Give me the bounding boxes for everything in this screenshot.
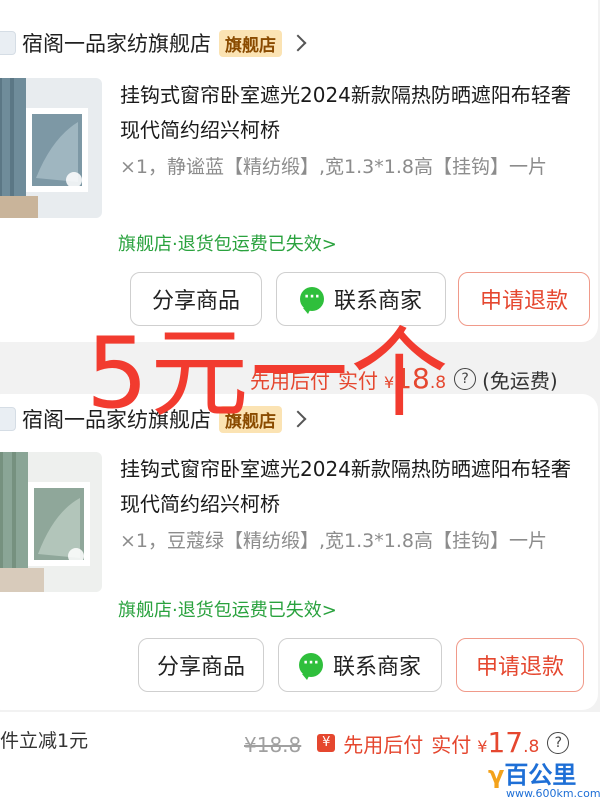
help-icon[interactable]: ? <box>547 731 570 754</box>
return-policy-link[interactable]: 旗舰店·退货包运费已失效> <box>118 596 337 622</box>
shop-header[interactable]: 宿阁一品家纺旗舰店 旗舰店 <box>0 28 307 58</box>
product-thumbnail[interactable] <box>0 78 102 218</box>
refund-button-label: 申请退款 <box>475 655 564 680</box>
share-button-label: 分享商品 <box>151 289 240 314</box>
curtain-image-icon <box>0 78 102 218</box>
paid-label: 实付 <box>338 369 378 393</box>
curtain-image-icon <box>0 452 102 592</box>
shop-header[interactable]: 宿阁一品家纺旗舰店 旗舰店 <box>0 404 307 434</box>
shop-icon <box>0 31 16 55</box>
price-decimal: .8 <box>523 737 540 757</box>
pay-later-label: 先用后付 <box>250 369 330 393</box>
shop-name: 宿阁一品家纺旗舰店 <box>22 408 211 432</box>
flagship-badge: 旗舰店 <box>219 405 282 433</box>
help-icon[interactable]: ? <box>454 367 477 390</box>
price-decimal: .8 <box>429 373 447 393</box>
share-button-label: 分享商品 <box>156 655 245 680</box>
contact-seller-button[interactable]: 联系商家 <box>278 638 442 692</box>
product-title[interactable]: 挂钩式窗帘卧室遮光2024新款隔热防晒遮阳布轻奢现代简约绍兴柯桥 <box>120 78 590 148</box>
chat-icon <box>298 653 323 680</box>
contact-seller-button[interactable]: 联系商家 <box>276 272 446 326</box>
request-refund-button[interactable]: 申请退款 <box>458 272 590 326</box>
refund-button-label: 申请退款 <box>479 289 568 314</box>
shipping-note: (免运费) <box>482 369 558 393</box>
chevron-right-icon <box>289 34 307 52</box>
price-integer: 18 <box>394 362 430 395</box>
share-product-button[interactable]: 分享商品 <box>138 638 264 692</box>
order-price: ¥18.8 ¥ 先用后付 实付 ¥ 17 .8 ? <box>244 726 575 759</box>
chat-icon <box>299 287 324 314</box>
request-refund-button[interactable]: 申请退款 <box>456 638 584 692</box>
currency-symbol: ¥ <box>384 373 395 392</box>
discount-note: 件立减1元 <box>0 730 89 752</box>
watermark-url: www.600km.com <box>506 787 600 800</box>
red-packet-icon: ¥ <box>317 733 336 752</box>
flagship-badge: 旗舰店 <box>219 29 282 57</box>
price-integer: 17 <box>487 726 524 759</box>
return-policy-link[interactable]: 旗舰店·退货包运费已失效> <box>118 230 337 256</box>
share-product-button[interactable]: 分享商品 <box>130 272 262 326</box>
product-sku: ×1，豆蔻绿【精纺缎】,宽1.3*1.8高【挂钩】一片 <box>120 530 547 552</box>
contact-button-label: 联系商家 <box>332 655 421 680</box>
paid-label: 实付 <box>431 733 472 757</box>
chevron-right-icon <box>289 410 307 428</box>
pay-later-label: 先用后付 <box>343 733 424 757</box>
contact-button-label: 联系商家 <box>333 289 422 314</box>
shop-icon <box>0 407 16 431</box>
currency-symbol: ¥ <box>477 737 488 756</box>
product-sku: ×1，静谧蓝【精纺缎】,宽1.3*1.8高【挂钩】一片 <box>120 156 547 178</box>
original-price: ¥18.8 <box>244 733 302 757</box>
product-title[interactable]: 挂钩式窗帘卧室遮光2024新款隔热防晒遮阳布轻奢现代简约绍兴柯桥 <box>120 452 590 522</box>
shop-name: 宿阁一品家纺旗舰店 <box>22 32 211 56</box>
order-price: 先用后付 实付 ¥ 18 .8 ? (免运费) <box>250 362 558 395</box>
site-watermark: γ百公里 www.600km.com <box>488 762 600 800</box>
watermark-logo: γ百公里 <box>488 761 577 789</box>
product-thumbnail[interactable] <box>0 452 102 592</box>
